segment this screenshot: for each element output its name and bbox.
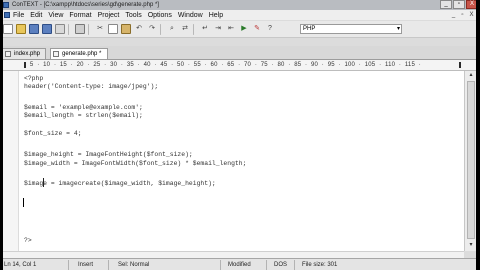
find-icon[interactable]: ⌕: [167, 24, 177, 34]
open-folder-icon[interactable]: [16, 24, 26, 34]
doc-minimize-button[interactable]: _: [449, 11, 458, 19]
editor-window: ConTEXT - [C:\xampp\htdocs\series\gd\gen…: [0, 0, 480, 270]
scroll-up-icon[interactable]: ▴: [466, 71, 476, 80]
line-ending-format: DOS: [274, 262, 288, 268]
paste-icon[interactable]: [121, 24, 131, 34]
menu-format[interactable]: Format: [69, 12, 91, 19]
minimize-button[interactable]: _: [440, 0, 452, 9]
window-controls: _ ▫ X: [439, 0, 478, 10]
code-line: $font_size = 4;: [24, 130, 82, 137]
menu-view[interactable]: View: [48, 12, 63, 19]
ruler-right-marker: [459, 62, 461, 68]
code-line: $image_height = ImageFontHeight($font_si…: [24, 151, 193, 158]
selection-mode: Sel: Normal: [118, 262, 150, 268]
status-divider: [68, 260, 69, 270]
save-all-icon[interactable]: [42, 24, 52, 34]
insert-mode: Insert: [78, 262, 94, 268]
menu-help[interactable]: Help: [209, 12, 223, 19]
run-icon[interactable]: ▶: [239, 24, 249, 34]
column-ruler: · 5 · 10 · 15 · 20 · 25 · 30 · 35 · 40 ·…: [0, 60, 480, 71]
menu-file[interactable]: File: [13, 12, 24, 19]
menu-edit[interactable]: Edit: [30, 12, 42, 19]
scroll-down-icon[interactable]: ▾: [466, 241, 476, 250]
file-icon: [53, 51, 59, 57]
window-title: ConTEXT - [C:\xampp\htdocs\series\gd\gen…: [12, 2, 159, 8]
maximize-button[interactable]: ▫: [453, 0, 465, 9]
indent-icon[interactable]: ⇥: [213, 24, 223, 34]
menu-window[interactable]: Window: [178, 12, 203, 19]
doc-restore-button[interactable]: ▫: [458, 11, 467, 19]
toolbar-separator: [68, 23, 69, 35]
tab-label: index.php: [14, 51, 41, 57]
language-select[interactable]: PHP ▾: [300, 24, 402, 34]
text-caret: [23, 198, 24, 207]
new-file-icon[interactable]: [3, 24, 13, 34]
status-divider: [108, 260, 109, 270]
code-line: header('Content-type: image/jpeg');: [24, 83, 159, 90]
word-wrap-icon[interactable]: ↵: [200, 24, 210, 34]
cut-icon[interactable]: ✂: [95, 24, 105, 34]
code-line: $email_length = strlen($email);: [24, 112, 143, 119]
print-icon[interactable]: [75, 24, 85, 34]
menu-tools[interactable]: Tools: [125, 12, 141, 19]
file-size: File size: 301: [302, 262, 338, 268]
code-line: $email = 'example@example.com';: [24, 104, 143, 111]
toolbar: ✂ ↶ ↷ ⌕ ⇄ ↵ ⇥ ⇤ ▶ ✎ ? PHP ▾: [0, 21, 480, 38]
toolbar-separator: [193, 23, 194, 35]
code-line: ?>: [24, 237, 32, 244]
scroll-thumb[interactable]: [467, 81, 475, 239]
menu-bar: File Edit View Format Project Tools Opti…: [0, 10, 480, 20]
save-icon[interactable]: [29, 24, 39, 34]
title-bar: ConTEXT - [C:\xampp\htdocs\series\gd\gen…: [0, 0, 480, 10]
document-menu-icon[interactable]: [4, 12, 10, 18]
tab-label: generate.php *: [62, 51, 102, 57]
unindent-icon[interactable]: ⇤: [226, 24, 236, 34]
code-line: $image_width = ImageFontWidth($font_size…: [24, 160, 247, 167]
file-icon: [5, 51, 11, 57]
language-select-value: PHP: [303, 26, 316, 32]
export-icon[interactable]: ✎: [252, 24, 262, 34]
toolbar-separator: [160, 23, 161, 35]
right-letterbox: [476, 0, 480, 270]
copy-icon[interactable]: [108, 24, 118, 34]
close-file-icon[interactable]: [55, 24, 65, 34]
undo-icon[interactable]: ↶: [134, 24, 144, 34]
doc-close-button[interactable]: X: [467, 11, 476, 19]
app-icon: [3, 2, 9, 8]
chevron-down-icon: ▾: [396, 26, 400, 32]
help-icon[interactable]: ?: [265, 24, 275, 34]
mouse-ibeam-cursor: [43, 178, 44, 187]
status-divider: [220, 260, 221, 270]
menu-project[interactable]: Project: [98, 12, 120, 19]
file-tabs: index.php generate.php *: [0, 46, 480, 60]
cursor-position: Ln 14, Col 1: [4, 262, 37, 268]
code-line: $image = imagecreate($image_width, $imag…: [24, 180, 216, 187]
replace-icon[interactable]: ⇄: [180, 24, 190, 34]
tab-index-php[interactable]: index.php: [2, 48, 46, 59]
status-divider: [266, 260, 267, 270]
redo-icon[interactable]: ↷: [147, 24, 157, 34]
menu-options[interactable]: Options: [148, 12, 172, 19]
status-bar: Ln 14, Col 1 Insert Sel: Normal Modified…: [0, 258, 480, 270]
left-letterbox: [0, 0, 3, 270]
code-line: <?php: [24, 75, 44, 82]
document-controls: _ ▫ X: [449, 11, 476, 19]
toolbar-separator: [88, 23, 89, 35]
status-divider: [294, 260, 295, 270]
tab-generate-php[interactable]: generate.php *: [50, 48, 108, 59]
code-editor[interactable]: <?php header('Content-type: image/jpeg')…: [0, 71, 464, 251]
ruler-scale: · 5 · 10 · 15 · 20 · 25 · 30 · 35 · 40 ·…: [24, 62, 421, 68]
modified-state: Modified: [228, 262, 251, 268]
